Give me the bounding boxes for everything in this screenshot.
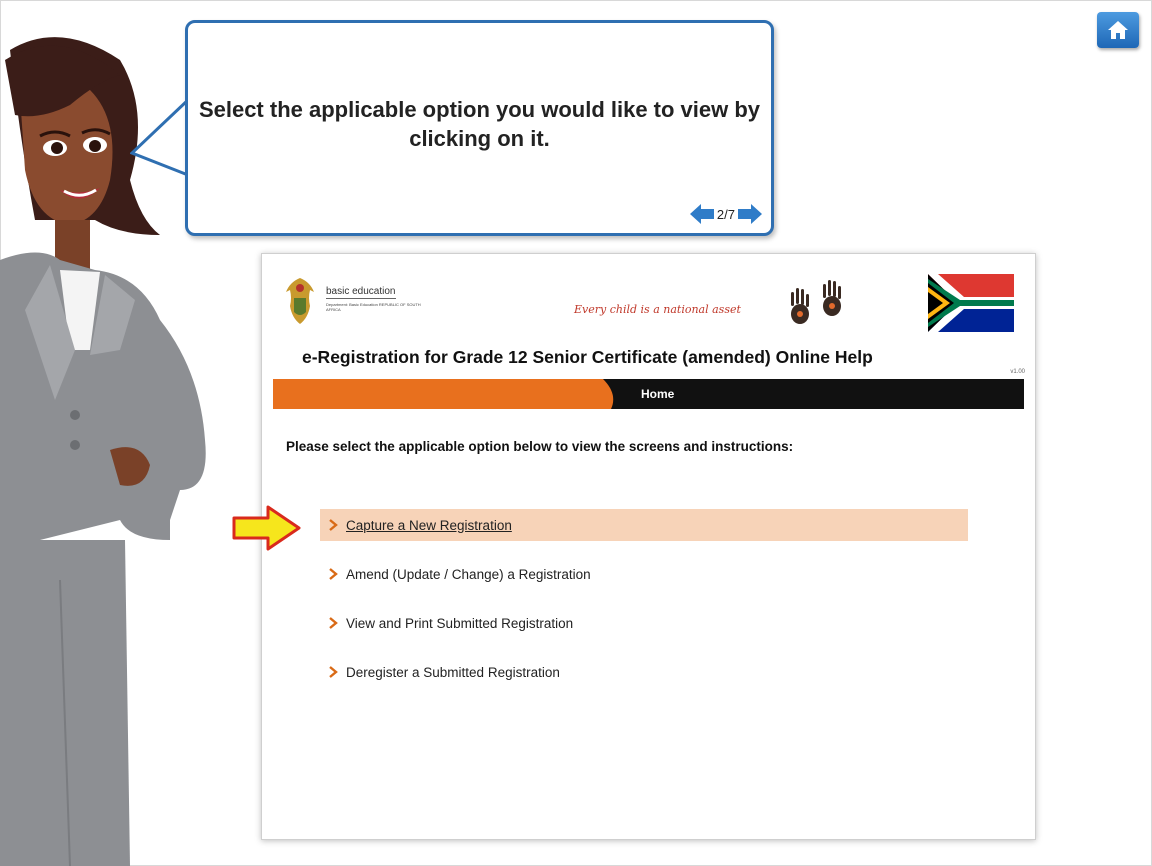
option-deregister-registration[interactable]: Deregister a Submitted Registration [320,656,968,688]
option-view-print-registration[interactable]: View and Print Submitted Registration [320,607,968,639]
bubble-tail [130,98,190,177]
chevron-right-icon [329,568,338,580]
arrow-right-icon[interactable] [737,203,763,225]
coat-of-arms-icon [286,278,314,324]
speech-bubble: Select the applicable option you would l… [185,20,774,236]
chevron-right-icon [329,519,338,531]
department-logo: basic education Department: Basic Educat… [280,276,430,330]
version-label: v1.00 [1010,369,1025,375]
bubble-text: Select the applicable option you would l… [198,97,761,151]
chevron-right-icon [329,617,338,629]
option-label: View and Print Submitted Registration [346,615,574,631]
chevron-right-icon [329,666,338,678]
nav-bar: Home [273,379,1024,409]
home-icon [1108,21,1128,39]
tagline: Every child is a national asset [574,303,741,316]
page-indicator: 2/7 [716,206,735,222]
logo-subtitle: Department: Basic Education REPUBLIC OF … [326,302,421,312]
help-screen-panel: basic education Department: Basic Educat… [261,253,1036,840]
option-label: Deregister a Submitted Registration [346,664,560,680]
pager: 2/7 [689,203,763,225]
logo-title: basic education [326,286,396,299]
south-africa-flag-icon [928,274,1014,332]
nav-home-link[interactable]: Home [641,387,674,401]
handprints-icon [791,280,841,324]
option-capture-new-registration[interactable]: Capture a New Registration [320,509,968,541]
option-label: Capture a New Registration [346,517,512,533]
option-amend-registration[interactable]: Amend (Update / Change) a Registration [320,558,968,590]
pointer-arrow-icon [232,505,301,551]
arrow-left-icon[interactable] [689,203,715,225]
page-title: e-Registration for Grade 12 Senior Certi… [302,347,873,367]
option-label: Amend (Update / Change) a Registration [346,566,591,582]
instruction-text: Please select the applicable option belo… [286,439,794,454]
home-button[interactable] [1097,12,1139,48]
